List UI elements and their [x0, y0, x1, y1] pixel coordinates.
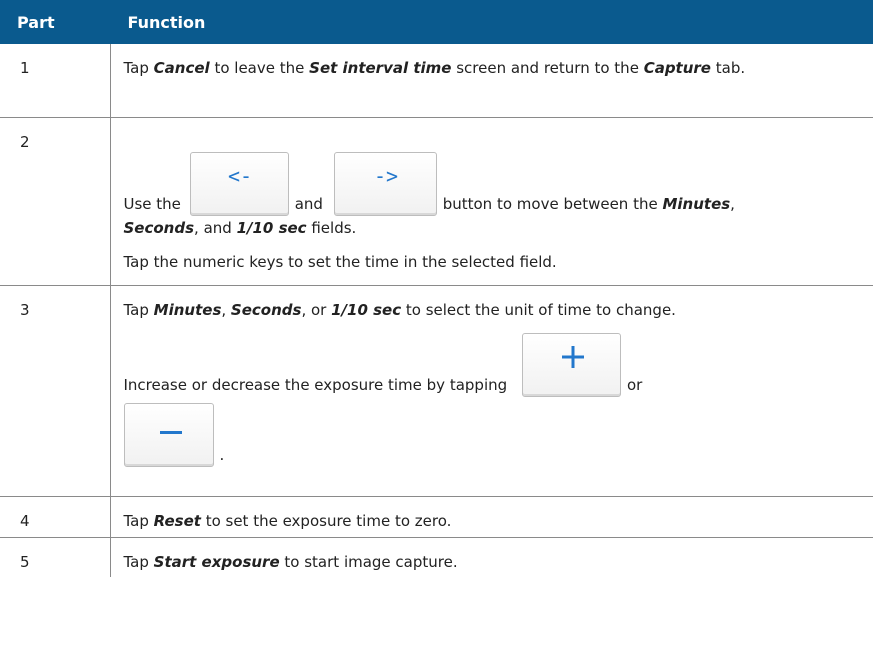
minus-icon — [159, 430, 182, 434]
use-the-text: Use the — [123, 194, 181, 213]
function-text: Tap Reset to set the exposure time to ze… — [110, 496, 873, 538]
left-arrow-icon: <- — [228, 164, 252, 188]
function-text: Tap Start exposure to start image captur… — [123, 552, 458, 571]
table-row: 2 Use the <- and -> button to move betwe… — [0, 117, 873, 286]
table-row: 1 Tap Cancel to leave the Set interval t… — [0, 44, 873, 118]
part-number: 2 — [0, 117, 111, 286]
period-text: . — [219, 445, 225, 464]
plus-button — [521, 332, 621, 397]
function-text: Tap Cancel to leave the Set interval tim… — [110, 44, 873, 118]
part-number: 5 — [0, 537, 111, 577]
capture-term: Capture — [643, 59, 711, 77]
header-part: Part — [0, 0, 111, 44]
minutes-term: Minutes — [662, 194, 731, 213]
minutes-term: Minutes — [153, 300, 222, 319]
right-arrow-button: -> — [333, 151, 437, 216]
right-arrow-glyph: -> — [374, 164, 398, 188]
part-number: 3 — [0, 285, 111, 497]
left-arrow-button: <- — [189, 151, 289, 216]
numeric-keys-text: Tap the numeric keys to set the time in … — [123, 252, 557, 271]
function-text: Tap Minutes, Seconds, or 1/10 sec to sel… — [110, 285, 873, 497]
and-text: and — [294, 194, 323, 213]
function-text: Use the <- and -> button to move between… — [110, 117, 873, 286]
start-exposure-term: Start exposure — [153, 552, 280, 571]
minus-bar — [159, 430, 182, 434]
header-function: Function — [110, 0, 873, 44]
increase-decrease-text: Increase or decrease the exposure time b… — [123, 375, 508, 394]
reset-term: Reset — [153, 511, 201, 530]
or-text: or — [626, 375, 643, 394]
left-arrow-glyph: <- — [228, 164, 252, 188]
right-arrow-icon: -> — [374, 164, 398, 188]
plus-icon — [561, 345, 584, 368]
seconds-term: Seconds — [230, 300, 302, 319]
set-interval-time-term: Set interval time — [309, 59, 452, 77]
parts-table: Part Function 1 Tap Cancel to leave the … — [0, 0, 873, 577]
tenth-sec-term: 1/10 sec — [331, 300, 402, 319]
minus-button — [123, 402, 214, 467]
table-header-row: Part Function — [0, 0, 873, 44]
table-row: 3 Tap Minutes, Seconds, or 1/10 sec to s… — [0, 285, 873, 497]
part-number: 1 — [0, 44, 111, 118]
part-number: 4 — [0, 496, 111, 538]
seconds-term: Seconds — [123, 218, 195, 237]
table-row: 5 Tap Start exposure to start image capt… — [0, 537, 873, 577]
tenth-sec-term: 1/10 sec — [236, 218, 307, 237]
cancel-term: Cancel — [153, 59, 210, 77]
table-row: 4 Tap Reset to set the exposure time to … — [0, 496, 873, 538]
plus-v-bar — [571, 345, 575, 368]
